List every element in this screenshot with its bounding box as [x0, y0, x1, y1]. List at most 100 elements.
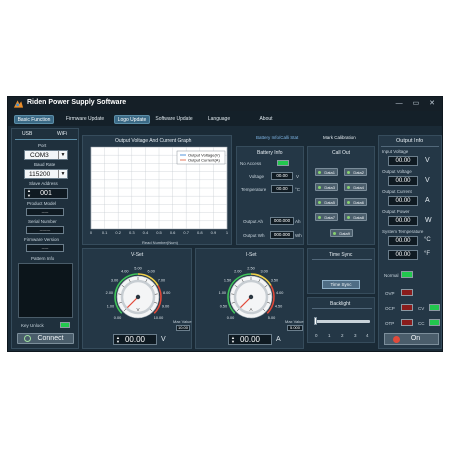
output-current-unit: A	[425, 197, 430, 204]
main-tab-bar: Basic Function Firmware Update Logo Upda…	[8, 111, 442, 126]
backlight-tick-4: 4	[366, 333, 369, 338]
output-on-button[interactable]: On	[384, 333, 439, 345]
graph-x-axis-label: Read Number(Num)	[142, 240, 179, 245]
battery-voltage-label: Voltage	[249, 174, 265, 179]
vset-dial[interactable]: 0.00 1.00 2.00 3.004.00 5.00 6.00 7.00 8.00 9.00…	[101, 259, 175, 329]
connect-button[interactable]: Connect	[17, 333, 74, 344]
data4-label: Data4	[353, 185, 364, 190]
system-temperature-unit: °C	[424, 237, 431, 243]
window-controls[interactable]: — ▭ ✕	[396, 99, 439, 107]
ocp-label: OCP	[385, 306, 395, 311]
system-temperature-label: System Temperature	[382, 229, 424, 234]
output-wh-value: 000.000	[270, 231, 294, 239]
tab-usb[interactable]: USB	[22, 131, 32, 137]
dial-tick-label: 5.00	[268, 316, 275, 320]
chevron-down-icon: ▼	[58, 170, 67, 178]
app-window: Riden Power Supply Software — ▭ ✕ Basic …	[7, 96, 443, 352]
port-select[interactable]: COM3 ▼	[24, 150, 68, 160]
serial-number-field: --------	[26, 226, 64, 234]
tab-about[interactable]: About	[254, 115, 278, 124]
dial-tick-label: 1.50	[224, 278, 231, 282]
backlight-title: Backlight	[330, 301, 351, 307]
tab-battery-info[interactable]: Battery Info/Calli Stat	[256, 135, 298, 140]
dial-tick-label: 0.00	[114, 316, 121, 320]
dial-tick-label: 1.00	[219, 291, 226, 295]
dial-tick-label: 9.00	[162, 304, 169, 308]
output-voltage-value: 00.00	[388, 176, 418, 186]
dial-tick-label: 4.00	[276, 291, 283, 295]
iset-unit: A	[276, 336, 281, 343]
time-sync-panel: Time Sync Time Sync	[307, 248, 375, 294]
input-voltage-unit: V	[425, 157, 430, 164]
time-sync-button[interactable]: Time Sync	[322, 280, 360, 289]
backlight-slider-thumb[interactable]	[314, 317, 317, 325]
normal-indicator	[401, 271, 413, 278]
firmware-version-label: Firmware Version	[24, 237, 60, 242]
tab-wifi[interactable]: WiFi	[57, 131, 67, 137]
ocp-indicator	[401, 304, 413, 311]
spin-arrows-icon[interactable]: ▲ ▼	[116, 336, 120, 344]
iset-input[interactable]: ▲ ▼ 00.00	[228, 334, 272, 345]
vset-value: 00.00	[124, 335, 146, 344]
battery-info-panel: Battery Info No Access Voltage 00.00 V T…	[236, 146, 304, 245]
data9-button[interactable]: Data9	[330, 229, 353, 237]
data7-button[interactable]: Data7	[315, 213, 338, 221]
tab-basic-function[interactable]: Basic Function	[14, 115, 54, 124]
dial-tick-label: 2.00	[106, 291, 113, 295]
iset-dial[interactable]: 0.00 0.50 1.00 1.502.00 2.50 3.00 3.50 4.00 4.50…	[214, 259, 288, 329]
x-tick-label: 0.1	[102, 230, 108, 235]
output-ah-unit: Ah	[295, 219, 301, 224]
slave-address-value: 001	[40, 190, 52, 197]
cv-indicator	[429, 304, 440, 311]
cv-label: CV	[418, 306, 425, 311]
divider	[381, 146, 439, 147]
output-ah-value: 000.000	[270, 217, 294, 225]
spin-arrows-icon[interactable]: ▲ ▼	[231, 336, 235, 344]
output-wh-label: Output Wh	[243, 233, 265, 238]
x-tick-label: 0.9	[211, 230, 217, 235]
tab-underline	[15, 139, 77, 140]
data6-button[interactable]: Data6	[344, 198, 367, 206]
tab-mark-calibration[interactable]: Mark Calibration	[323, 135, 356, 140]
product-model-field: -----	[26, 208, 64, 216]
iset-max-value[interactable]: 5.000	[287, 325, 303, 331]
data8-button[interactable]: Data8	[344, 213, 367, 221]
spin-arrows-icon[interactable]: ▲ ▼	[27, 188, 31, 198]
data9-label: Data9	[339, 231, 350, 236]
tab-firmware-update[interactable]: Firmware Update	[64, 115, 106, 124]
key-unlock-indicator	[60, 322, 70, 328]
dial-tick-label: 0.50	[220, 304, 227, 308]
baud-select[interactable]: 115200 ▼	[24, 169, 68, 179]
battery-info-title: Battery Info	[257, 150, 283, 156]
tab-language[interactable]: Language	[204, 115, 234, 124]
backlight-slider-track[interactable]	[316, 320, 370, 323]
dial-tick-label: 8.00	[163, 291, 170, 295]
baud-value: 115200	[29, 171, 51, 178]
dial-tick-label: 2.50	[247, 267, 254, 271]
slave-address-spinner[interactable]: ▲ ▼ 001	[24, 188, 68, 199]
iset-value: 00.00	[239, 335, 261, 344]
x-tick-label: 0.5	[156, 230, 162, 235]
x-tick-label: 1	[226, 230, 229, 235]
vset-input[interactable]: ▲ ▼ 00.00	[113, 334, 157, 345]
tab-logo-update[interactable]: Logo Update	[114, 115, 150, 124]
led-icon	[318, 186, 321, 189]
vset-max-value[interactable]: 10.00	[176, 325, 190, 331]
backlight-tick-0: 0	[315, 333, 318, 338]
tab-software-update[interactable]: Software Update	[154, 115, 194, 124]
dial-tick-label: 4.50	[275, 304, 282, 308]
data2-button[interactable]: Data2	[344, 168, 367, 176]
data4-button[interactable]: Data4	[344, 183, 367, 191]
data6-label: Data6	[353, 200, 364, 205]
pattern-info-label: Pattern Info	[31, 256, 55, 261]
data3-button[interactable]: Data3	[315, 183, 338, 191]
data5-button[interactable]: Data5	[315, 198, 338, 206]
led-icon	[347, 201, 350, 204]
input-voltage-value: 00.00	[388, 156, 418, 166]
led-icon	[347, 171, 350, 174]
data1-button[interactable]: Data1	[315, 168, 338, 176]
dial-tick-label: 10.00	[154, 316, 164, 320]
app-logo-icon	[13, 100, 24, 108]
vset-unit: V	[161, 336, 166, 343]
temperature-f-unit: °F	[424, 251, 431, 257]
